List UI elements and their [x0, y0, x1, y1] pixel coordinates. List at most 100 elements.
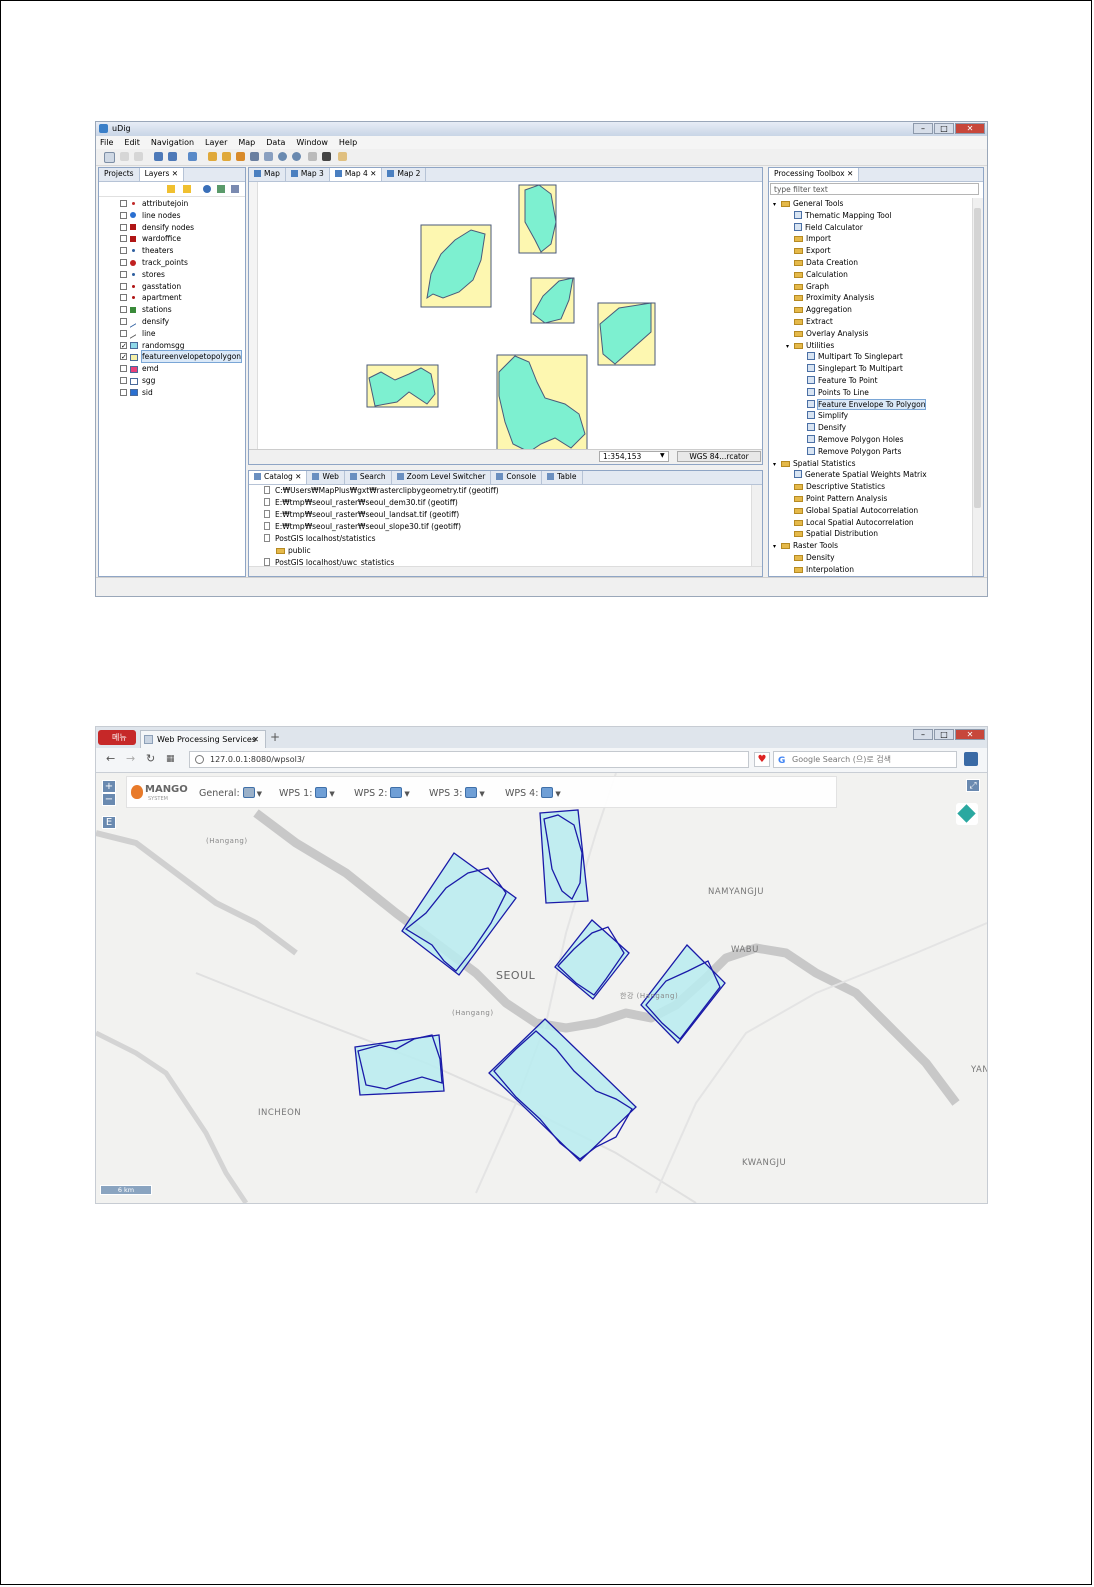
zoom-out-icon[interactable]: [292, 152, 301, 161]
layer-visibility-checkbox[interactable]: [120, 247, 127, 255]
toolbox-tree-item[interactable]: Singlepart To Multipart: [799, 363, 903, 375]
layer-row[interactable]: stations: [99, 304, 245, 316]
tab-console[interactable]: Console: [491, 471, 543, 484]
style-icon[interactable]: [217, 185, 225, 193]
expand-icon[interactable]: [786, 260, 791, 265]
tab-layers[interactable]: Layers ✕: [139, 168, 185, 181]
layer-visibility-checkbox[interactable]: [120, 365, 127, 373]
toolbox-tree-item[interactable]: Proximity Analysis: [786, 292, 874, 304]
toolbox-tree-item[interactable]: Export: [786, 245, 831, 257]
expand-icon[interactable]: [786, 225, 791, 230]
toolbox-scroll-thumb[interactable]: [974, 208, 981, 508]
browser-close-button[interactable]: ✕: [955, 729, 985, 740]
general-menu[interactable]: General: ▼: [199, 787, 262, 799]
fullscreen-icon[interactable]: ⤢: [966, 779, 980, 792]
edit-toggle-button[interactable]: E: [102, 816, 116, 829]
expand-icon[interactable]: [799, 449, 804, 454]
layer-visibility-checkbox[interactable]: [120, 259, 127, 266]
layer-switcher-button[interactable]: [956, 803, 978, 825]
tab-zoom-level-switcher[interactable]: Zoom Level Switcher: [392, 471, 492, 484]
layer-row[interactable]: line: [99, 328, 245, 340]
toolbox-tree-item[interactable]: Points To Line: [799, 387, 869, 399]
expand-icon[interactable]: [799, 402, 804, 407]
catalog-item[interactable]: C:₩Users₩MapPlus₩gxt₩rasterclipbygeometr…: [264, 485, 499, 497]
tab-catalog[interactable]: Catalog ✕: [249, 471, 308, 484]
toolbox-tree-item[interactable]: Multipart To Singlepart: [799, 351, 903, 363]
layer-row[interactable]: gasstation: [99, 281, 245, 293]
expand-icon[interactable]: [799, 425, 804, 430]
zoom-extent-icon[interactable]: [250, 152, 259, 161]
toolbox-tree-item[interactable]: Spatial Distribution: [786, 528, 878, 540]
expand-icon[interactable]: [786, 236, 791, 241]
pan-icon[interactable]: [264, 152, 273, 161]
filter-input[interactable]: type filter text: [770, 183, 979, 195]
browser-minimize-button[interactable]: –: [913, 729, 933, 740]
expand-icon[interactable]: [786, 472, 791, 477]
select-icon[interactable]: [308, 152, 317, 161]
zoom-in-icon[interactable]: [278, 152, 287, 161]
expand-icon[interactable]: [786, 272, 791, 277]
tab-projects[interactable]: Projects: [99, 168, 140, 181]
expand-icon[interactable]: [786, 213, 791, 218]
layer-visibility-checkbox[interactable]: ✓: [120, 341, 127, 349]
properties-icon[interactable]: [188, 152, 197, 161]
tab-map-2[interactable]: Map 2: [382, 168, 427, 181]
toolbox-tree-item[interactable]: Extract: [786, 316, 833, 328]
wps2-menu[interactable]: WPS 2: ▼: [354, 787, 410, 799]
toolbox-tree-item[interactable]: Interpolation: [786, 564, 854, 576]
toolbox-tree-item[interactable]: Aggregation: [786, 304, 852, 316]
catalog-item[interactable]: E:₩tmp₩seoul_raster₩seoul_slope30.tif (g…: [264, 521, 461, 533]
toolbox-scrollbar[interactable]: [972, 198, 983, 576]
toolbox-tree-item[interactable]: Graph: [786, 281, 829, 293]
layer-visibility-checkbox[interactable]: [120, 223, 127, 231]
expand-icon[interactable]: [786, 531, 791, 536]
layer-row[interactable]: line nodes: [99, 210, 245, 222]
expand-icon[interactable]: [786, 484, 791, 489]
back-icon[interactable]: [208, 152, 217, 161]
layer-row[interactable]: emd: [99, 363, 245, 375]
wps4-menu[interactable]: WPS 4: ▼: [505, 787, 561, 799]
heart-icon[interactable]: ♥: [754, 752, 770, 767]
toolbox-tree-item[interactable]: Density: [786, 552, 835, 564]
toolbox-tree-item[interactable]: Generate Spatial Weights Matrix: [786, 469, 927, 481]
collapse-icon[interactable]: ▾: [773, 544, 778, 550]
new-icon[interactable]: [104, 152, 115, 163]
layer-visibility-checkbox[interactable]: [120, 282, 127, 290]
tab-table[interactable]: Table: [542, 471, 583, 484]
layer-row[interactable]: sgg: [99, 375, 245, 387]
layer-row[interactable]: sid: [99, 387, 245, 399]
toolbox-tree-item[interactable]: Global Spatial Autocorrelation: [786, 505, 918, 517]
expand-icon[interactable]: [786, 295, 791, 300]
layer-row[interactable]: wardoffice: [99, 233, 245, 245]
layer-visibility-checkbox[interactable]: ✓: [120, 353, 127, 361]
layer-row[interactable]: densify nodes: [99, 222, 245, 234]
zoom-out-button[interactable]: −: [102, 793, 116, 806]
toolbox-tree-item[interactable]: Remove Polygon Holes: [799, 434, 904, 446]
zoom-in-button[interactable]: +: [102, 780, 116, 793]
toolbox-tree-item[interactable]: Thematic Mapping Tool: [786, 210, 892, 222]
close-button[interactable]: ✕: [955, 123, 985, 134]
expand-icon[interactable]: [799, 354, 804, 359]
wps1-menu[interactable]: WPS 1: ▼: [279, 787, 335, 799]
caption-link-part-2[interactable]: [95, 687, 141, 701]
layer-visibility-checkbox[interactable]: [120, 235, 127, 243]
collapse-icon[interactable]: ▾: [773, 461, 778, 467]
speed-dial-icon[interactable]: ▦: [166, 754, 175, 764]
toolbox-tree-item[interactable]: Descriptive Statistics: [786, 481, 885, 493]
layer-row[interactable]: ✓ randomsgg: [99, 340, 245, 352]
menu-window[interactable]: Window: [296, 136, 328, 149]
move-up-icon[interactable]: [167, 185, 175, 193]
search-bar[interactable]: G Google Search (으)로 검색: [773, 751, 957, 768]
reload-icon[interactable]: ↻: [146, 752, 155, 765]
save-all-icon[interactable]: [134, 152, 143, 161]
expand-icon[interactable]: [786, 284, 791, 289]
tab-map-3[interactable]: Map 3: [286, 168, 330, 181]
move-down-icon[interactable]: [183, 185, 191, 193]
layer-row[interactable]: track_points: [99, 257, 245, 269]
layer-row[interactable]: stores: [99, 269, 245, 281]
catalog-item[interactable]: PostGIS localhost/uwc_statistics: [264, 557, 394, 566]
layer-visibility-checkbox[interactable]: [120, 200, 127, 207]
catalog-item[interactable]: PostGIS localhost/statistics: [264, 533, 376, 545]
toolbox-tree-item[interactable]: ▾ General Tools: [773, 198, 843, 210]
close-tab-icon[interactable]: ✕: [252, 731, 259, 748]
